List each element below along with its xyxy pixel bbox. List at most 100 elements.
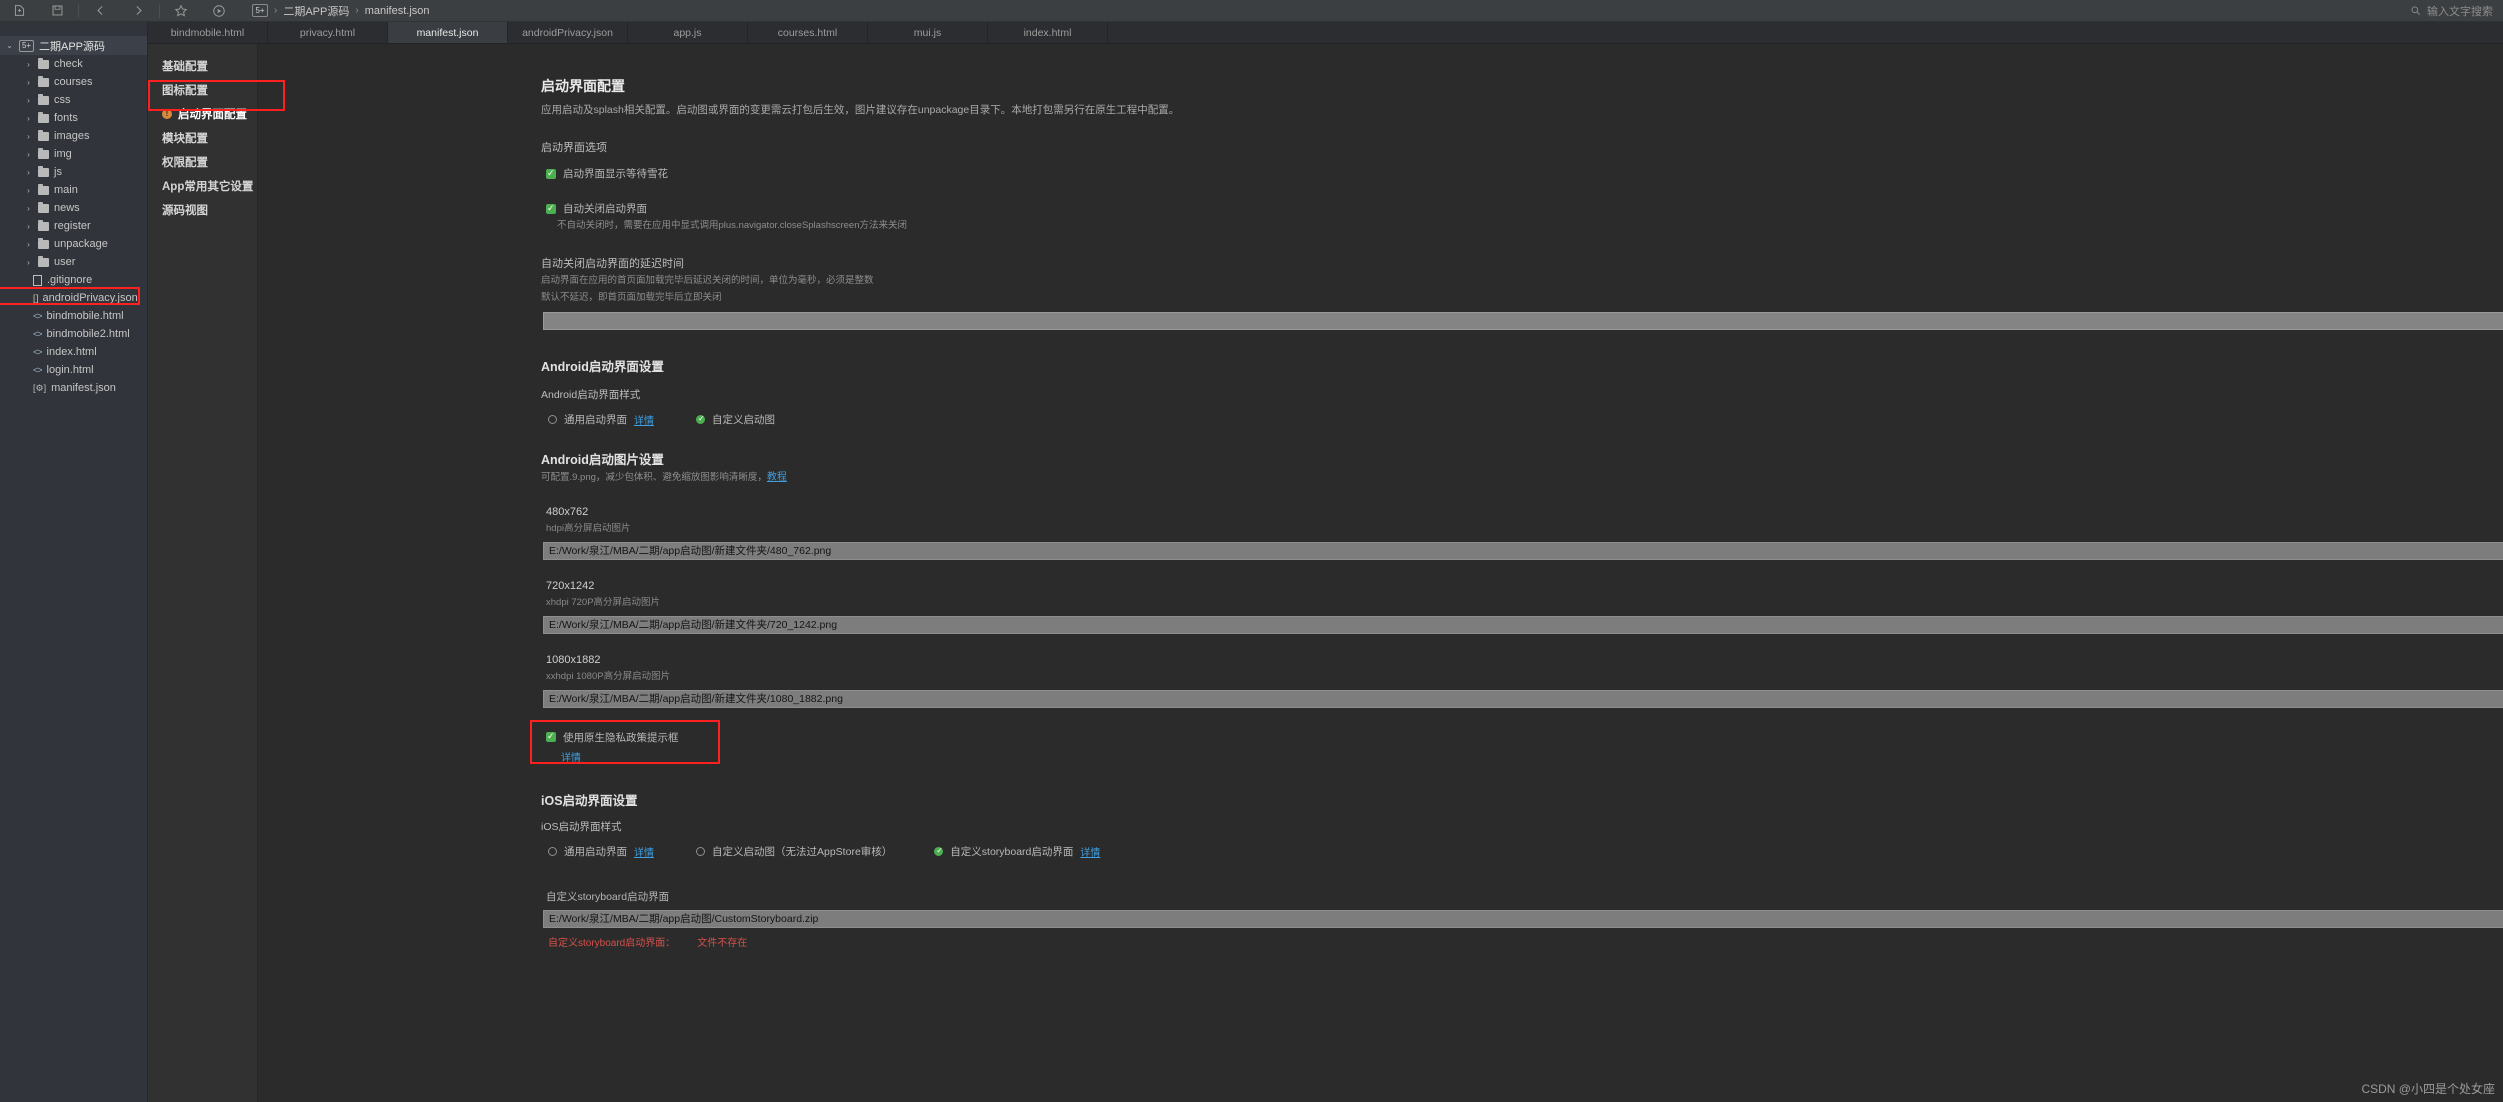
page-subtitle: 应用启动及splash相关配置。启动图或界面的变更需云打包后生效，图片建议存在u…: [541, 104, 1180, 116]
folder-images[interactable]: › images: [0, 127, 147, 145]
tab-courses-html[interactable]: courses.html: [748, 22, 868, 43]
file-manifest-json[interactable]: [⚙] manifest.json: [0, 379, 147, 397]
search-icon: [2411, 6, 2420, 15]
file-bindmobile2-html[interactable]: <> bindmobile2.html: [0, 325, 147, 343]
folder-news[interactable]: › news: [0, 199, 147, 217]
checkbox-row-privacy[interactable]: 使用原生隐私政策提示框: [546, 730, 2503, 745]
checkbox-privacy[interactable]: [546, 730, 556, 743]
folder-courses[interactable]: › courses: [0, 73, 147, 91]
input-path-480[interactable]: E:/Work/泉江/MBA/二期/app启动图/新建文件夹/480_762.p…: [543, 541, 2503, 560]
manifest-nav-item-source-view[interactable]: 源码视图: [148, 198, 257, 222]
search-box[interactable]: 输入文字搜索: [2410, 3, 2493, 19]
chevron-right-icon[interactable]: ›: [24, 114, 33, 123]
manifest-nav-item-splash[interactable]: ! 启动界面配置: [148, 102, 257, 126]
input-delay[interactable]: [543, 312, 2503, 331]
link-privacy-detail[interactable]: 详情: [561, 753, 581, 764]
folder-unpackage[interactable]: › unpackage: [0, 235, 147, 253]
folder-register[interactable]: › register: [0, 217, 147, 235]
chevron-right-icon[interactable]: ›: [24, 222, 33, 231]
checkbox-autoclose[interactable]: [546, 202, 556, 214]
folder-main[interactable]: › main: [0, 181, 147, 199]
folder-check[interactable]: › check: [0, 55, 147, 73]
input-path-1080[interactable]: E:/Work/泉江/MBA/二期/app启动图/新建文件夹/1080_1882…: [543, 689, 2503, 708]
chevron-down-icon[interactable]: ⌄: [5, 41, 14, 50]
new-file-icon[interactable]: [0, 0, 38, 22]
desc-size-480: hdpi高分屏启动图片: [546, 522, 631, 534]
folder-label: courses: [54, 76, 93, 88]
radio-ios-common[interactable]: [548, 846, 557, 856]
file-androidprivacy-json[interactable]: [ ] androidPrivacy.json: [0, 287, 147, 307]
radio-android-custom[interactable]: [696, 413, 705, 425]
checkbox-snowflake[interactable]: [546, 167, 556, 179]
folder-label: css: [54, 94, 71, 106]
chevron-right-icon[interactable]: ›: [24, 186, 33, 195]
hint-android-images-text: 可配置.9.png，减少包体积、避免缩放图影响清晰度，: [541, 472, 767, 484]
chevron-right-icon[interactable]: ›: [24, 258, 33, 267]
tab-androidprivacy-json[interactable]: androidPrivacy.json: [508, 22, 628, 43]
link-ios-common-detail[interactable]: 详情: [634, 844, 654, 859]
manifest-nav-item-basic[interactable]: 基础配置: [148, 54, 257, 78]
file-label: index.html: [46, 346, 97, 358]
label-size-1080: 1080x1882: [546, 653, 601, 666]
manifest-nav-item-icons[interactable]: 图标配置: [148, 78, 257, 102]
input-path-storyboard[interactable]: E:/Work/泉江/MBA/二期/app启动图/CustomStoryboar…: [543, 909, 2503, 928]
toolbar-right: 输入文字搜索: [2410, 3, 2503, 19]
manifest-nav-item-app-other[interactable]: App常用其它设置: [148, 174, 257, 198]
manifest-editor: 基础配置 图标配置 ! 启动界面配置 模块配置 权限配置 App常用其它设置 源…: [148, 44, 2503, 1102]
checkbox-row-autoclose[interactable]: 自动关闭启动界面: [546, 201, 2503, 216]
save-icon[interactable]: [38, 0, 76, 22]
tab-app-js[interactable]: app.js: [628, 22, 748, 43]
file-bindmobile-html[interactable]: <> bindmobile.html: [0, 307, 147, 325]
folder-icon: [38, 219, 49, 231]
star-icon[interactable]: [162, 0, 200, 22]
folder-label: register: [54, 220, 91, 232]
folder-css[interactable]: › css: [0, 91, 147, 109]
tab-index-html[interactable]: index.html: [988, 22, 1108, 43]
chevron-right-icon[interactable]: ›: [24, 150, 33, 159]
radio-ios-storyboard[interactable]: [934, 845, 944, 857]
file-index-html[interactable]: <> index.html: [0, 343, 147, 361]
manifest-nav: 基础配置 图标配置 ! 启动界面配置 模块配置 权限配置 App常用其它设置 源…: [148, 44, 258, 1102]
chevron-right-icon[interactable]: ›: [24, 60, 33, 69]
manifest-nav-item-permissions[interactable]: 权限配置: [148, 150, 257, 174]
file-label: manifest.json: [51, 382, 116, 394]
tab-bindmobile-html[interactable]: bindmobile.html: [148, 22, 268, 43]
folder-icon: [38, 111, 49, 123]
checkbox-label-autoclose: 自动关闭启动界面: [563, 203, 647, 215]
radio-android-common[interactable]: [548, 415, 557, 425]
file-login-html[interactable]: <> login.html: [0, 361, 147, 379]
chevron-right-icon[interactable]: ›: [24, 96, 33, 105]
checkbox-label-privacy: 使用原生隐私政策提示框: [563, 731, 679, 744]
tab-manifest-json[interactable]: manifest.json: [388, 22, 508, 43]
tab-mui-js[interactable]: mui.js: [868, 22, 988, 43]
breadcrumb-file[interactable]: manifest.json: [365, 5, 430, 17]
chevron-right-icon[interactable]: ›: [24, 204, 33, 213]
tab-privacy-html[interactable]: privacy.html: [268, 22, 388, 43]
label-size-480: 480x762: [546, 505, 589, 518]
chevron-right-icon[interactable]: ›: [24, 78, 33, 87]
checkbox-row-snowflake[interactable]: 启动界面显示等待雪花: [546, 166, 2503, 181]
folder-user[interactable]: › user: [0, 253, 147, 271]
back-icon[interactable]: [81, 0, 119, 22]
input-path-720[interactable]: E:/Work/泉江/MBA/二期/app启动图/新建文件夹/720_1242.…: [543, 615, 2503, 634]
link-tutorial[interactable]: 教程: [767, 472, 787, 483]
project-root-label: 二期APP源码: [39, 40, 106, 53]
file-gitignore[interactable]: .gitignore: [0, 271, 147, 289]
chevron-right-icon[interactable]: ›: [24, 168, 33, 177]
link-ios-storyboard-detail[interactable]: 详情: [1080, 844, 1100, 859]
breadcrumb-project[interactable]: 二期APP源码: [283, 3, 349, 19]
fieldrow-720: E:/Work/泉江/MBA/二期/app启动图/新建文件夹/720_1242.…: [543, 615, 2503, 634]
folder-fonts[interactable]: › fonts: [0, 109, 147, 127]
breadcrumb: 5+ › 二期APP源码 › manifest.json: [252, 3, 430, 19]
file-label: .gitignore: [47, 274, 93, 286]
manifest-nav-item-modules[interactable]: 模块配置: [148, 126, 257, 150]
forward-icon[interactable]: [119, 0, 157, 22]
chevron-right-icon[interactable]: ›: [24, 132, 33, 141]
run-icon[interactable]: [200, 0, 238, 22]
folder-js[interactable]: › js: [0, 163, 147, 181]
folder-img[interactable]: › img: [0, 145, 147, 163]
project-root[interactable]: ⌄ 5+ 二期APP源码: [0, 36, 147, 55]
chevron-right-icon[interactable]: ›: [24, 240, 33, 249]
radio-ios-custom[interactable]: [696, 846, 705, 856]
link-android-common-detail[interactable]: 详情: [634, 412, 654, 427]
